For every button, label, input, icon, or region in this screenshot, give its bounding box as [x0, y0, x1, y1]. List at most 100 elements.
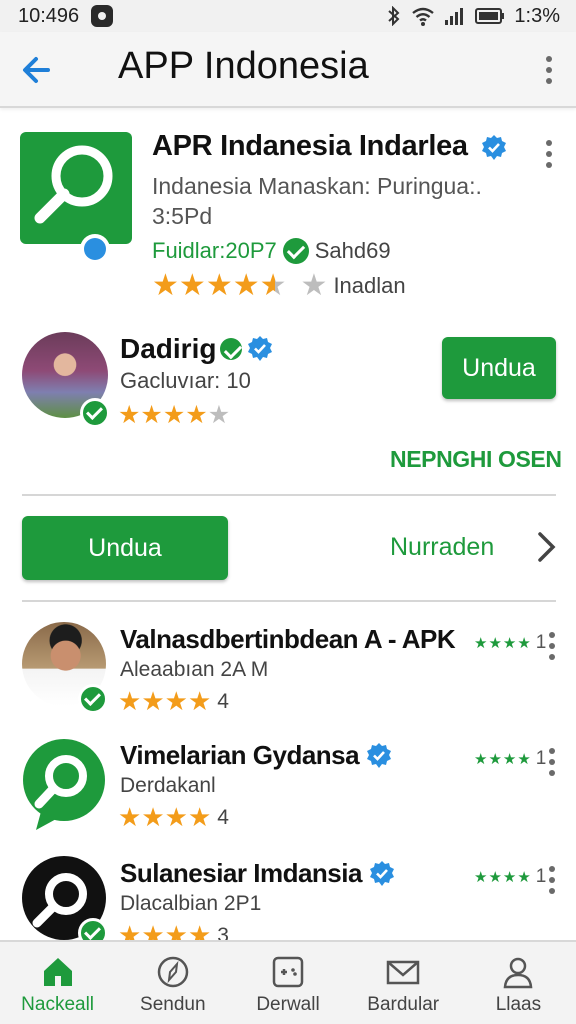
list-item[interactable]: Vimelarian Gydansa Derdakanl ★ ★ ★ ★ 4 ★★★★…	[0, 738, 576, 848]
star-icon: ★	[232, 269, 260, 302]
list-item-subtitle: Dlacalbian 2P1	[120, 892, 262, 915]
item-more-icon[interactable]	[544, 864, 560, 896]
nav-label: Llaas	[495, 994, 542, 1015]
mini-rating: ★★★★ 1	[474, 866, 548, 887]
app-rating: ★ ★ ★ ★ ★ ★ Inadlan	[152, 268, 406, 303]
item-more-icon[interactable]	[544, 746, 560, 778]
more-link[interactable]: NEPNGHI OSEN	[390, 446, 562, 473]
nav-item-games[interactable]: Derwall	[230, 942, 345, 1024]
star-icon: ★	[187, 686, 212, 716]
list-item-rating: ★ ★ ★ ★ 4	[118, 802, 229, 833]
check-icon	[78, 684, 108, 714]
nav-label: Sendun	[140, 994, 206, 1015]
status-time: 10:496	[18, 4, 80, 27]
nav-item-profile[interactable]: Llaas	[461, 942, 576, 1024]
gamepad-icon	[272, 956, 304, 988]
star-icon: ★	[205, 269, 233, 302]
star-icon: ★	[164, 686, 188, 716]
mini-rating: ★★★★ 1	[474, 632, 548, 653]
install-button[interactable]: Undua	[442, 337, 556, 399]
star-icon: ★	[118, 802, 142, 832]
overflow-menu-icon[interactable]	[538, 50, 560, 90]
list-item-subtitle: Aleaabıan 2A M	[120, 658, 269, 681]
check-icon	[282, 238, 309, 264]
list-item-title: Sulanesiar Imdansia	[120, 858, 396, 889]
verified-icon	[369, 860, 394, 886]
compass-icon	[157, 956, 189, 988]
notification-icon	[91, 5, 114, 27]
status-bar: 10:496 1:3%	[0, 0, 576, 32]
app-badge-icon	[80, 234, 110, 264]
reviewer-rating: ★ ★ ★ ★ ★	[118, 400, 230, 430]
star-icon: ★	[162, 401, 186, 429]
bottom-nav: Nackeall Sendun Derwall Bardular Llaas	[0, 940, 576, 1024]
nav-item-home[interactable]: Nackeall	[0, 942, 115, 1024]
star-icon: ★	[185, 401, 208, 429]
app-more-icon[interactable]	[538, 136, 560, 172]
reviewer-name: Dadirig	[120, 333, 217, 364]
list-item-rating: ★ ★ ★ ★ 4	[118, 686, 229, 717]
app-bar: APP Indonesia	[0, 32, 576, 108]
magnifier-icon	[34, 145, 113, 224]
developer-name: Sahd69	[314, 238, 391, 263]
person-icon	[504, 957, 533, 989]
reviewer-name-row: Dadirig	[120, 333, 274, 365]
item-more-icon[interactable]	[544, 630, 560, 662]
signal-icon	[445, 8, 464, 25]
star-empty-icon: ★	[207, 401, 231, 429]
list-item-title: Valnasdbertinbdean A - APK	[120, 624, 456, 655]
back-arrow-icon[interactable]	[18, 50, 58, 90]
mini-rating: ★★★★ 1	[474, 748, 548, 769]
chevron-right-icon[interactable]	[534, 530, 560, 564]
star-icon: ★	[141, 686, 165, 716]
list-item-title-text: Sulanesiar Imdansia	[120, 858, 362, 888]
rating-count: 4	[217, 689, 229, 713]
wifi-icon	[412, 7, 435, 26]
star-icon: ★	[178, 269, 206, 302]
app-subtitle: Indanesia Manaskan: Puringua:.	[152, 173, 482, 199]
mail-icon	[386, 960, 420, 985]
star-icon: ★	[152, 269, 179, 302]
list-item[interactable]: Valnasdbertinbdean A - APK Aleaabıan 2A …	[0, 622, 576, 732]
battery-percent: 1:3%	[514, 4, 560, 27]
app-size: 3:5Pd	[152, 203, 213, 229]
check-icon	[220, 338, 243, 360]
star-icon: ★	[141, 802, 165, 832]
star-icon: ★	[164, 802, 188, 832]
rating-count: 4	[217, 805, 229, 829]
list-item-title: Vimelarian Gydansa	[120, 740, 393, 771]
reviewer-subtitle: Gacluvıar: 10	[120, 368, 251, 393]
divider	[22, 494, 556, 496]
battery-icon	[475, 8, 505, 24]
star-icon: ★	[118, 686, 142, 716]
verified-icon	[482, 135, 506, 160]
rating-label: Inadlan	[333, 272, 406, 298]
nav-label: Nackeall	[21, 994, 95, 1015]
star-empty-icon: ★	[300, 269, 328, 302]
developer-label: Fuidlar:20P7	[152, 238, 277, 263]
star-icon: ★	[140, 401, 163, 429]
nav-label: Derwall	[256, 994, 320, 1015]
verified-icon	[367, 742, 392, 768]
star-icon: ★	[187, 802, 212, 832]
check-icon	[80, 398, 110, 428]
chat-logo-icon	[23, 739, 105, 830]
app-developer[interactable]: Fuidlar:20P7 Sahd69	[152, 238, 391, 264]
bluetooth-icon	[388, 6, 400, 26]
divider	[22, 600, 556, 602]
app-logo	[22, 738, 106, 830]
nav-label: Bardular	[367, 994, 440, 1015]
star-icon: ★	[118, 401, 141, 429]
page-title: APP Indonesia	[118, 45, 369, 87]
star-half-icon: ★	[259, 269, 287, 302]
app-icon	[20, 132, 132, 244]
nav-item-explore[interactable]: Sendun	[115, 942, 230, 1024]
nav-item-mail[interactable]: Bardular	[346, 942, 461, 1024]
secondary-link[interactable]: Nurraden	[390, 533, 494, 562]
home-icon	[43, 958, 72, 986]
install-button-main[interactable]: Undua	[22, 516, 228, 580]
verified-icon	[248, 336, 273, 361]
app-title: APR Indanesia Indarlea	[152, 130, 468, 162]
list-item-title-text: Vimelarian Gydansa	[120, 740, 360, 770]
list-item-title-text: Valnasdbertinbdean A - APK	[120, 624, 456, 654]
